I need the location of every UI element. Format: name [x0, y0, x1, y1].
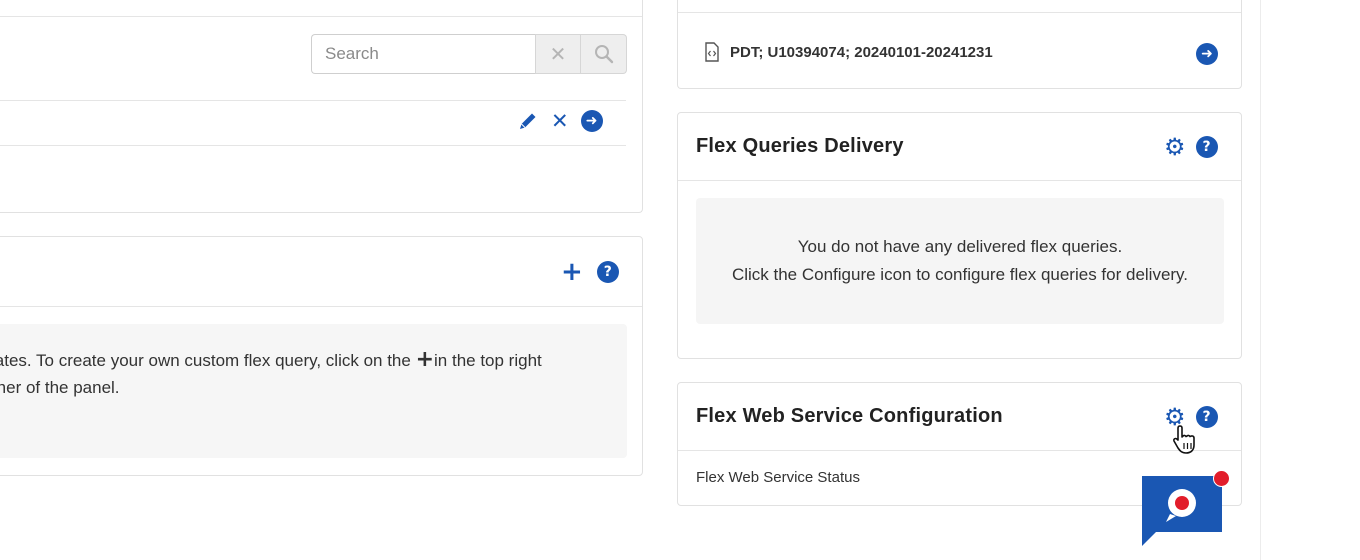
- search-submit-button[interactable]: [581, 34, 627, 74]
- panel-title: Flex Web Service Configuration: [696, 405, 1003, 427]
- query-row-actions: ✕ ➜: [517, 110, 603, 132]
- report-label: PDT; U10394074; 20240101-20241231: [730, 43, 993, 61]
- divider: [0, 16, 642, 17]
- divider: [678, 180, 1241, 181]
- close-icon: ✕: [549, 43, 567, 66]
- panel-header-actions: + ?: [561, 259, 619, 285]
- column-divider: [1260, 0, 1261, 560]
- custom-queries-panel: + ? lates. To create your own custom fle…: [0, 236, 643, 476]
- delete-icon[interactable]: ✕: [551, 110, 569, 132]
- help-icon[interactable]: ?: [596, 261, 619, 283]
- message-line-2: rner of the panel.: [0, 378, 120, 397]
- open-arrow-icon[interactable]: ➜: [1196, 43, 1218, 65]
- message-text: lates. To create your own custom flex qu…: [0, 351, 416, 370]
- gear-icon[interactable]: ⚙: [1164, 135, 1186, 159]
- hand-cursor-icon: [1173, 425, 1195, 454]
- edit-icon[interactable]: [517, 110, 539, 132]
- message-line-1: You do not have any delivered flex queri…: [797, 237, 1123, 256]
- divider: [0, 100, 626, 101]
- divider: [0, 145, 626, 146]
- plus-icon: +: [415, 347, 435, 372]
- search-input[interactable]: [311, 34, 535, 74]
- empty-message: lates. To create your own custom flex qu…: [0, 324, 627, 458]
- search-clear-button[interactable]: ✕: [535, 34, 581, 74]
- search-group: ✕: [311, 34, 627, 74]
- queries-list-panel: ✕ ✕ ➜: [0, 0, 643, 213]
- reports-panel: PDT; U10394074; 20240101-20241231 ➜: [677, 0, 1242, 89]
- chat-button[interactable]: [1142, 476, 1224, 548]
- help-icon[interactable]: ?: [1195, 136, 1218, 158]
- code-file-icon: [705, 42, 719, 62]
- search-icon: [594, 45, 613, 64]
- web-service-status-label: Flex Web Service Status: [696, 469, 860, 486]
- open-arrow-icon[interactable]: ➜: [580, 110, 603, 132]
- flex-queries-delivery-panel: Flex Queries Delivery ⚙ ? You do not hav…: [677, 112, 1242, 359]
- divider: [678, 450, 1241, 451]
- report-item[interactable]: PDT; U10394074; 20240101-20241231: [704, 42, 993, 62]
- notification-badge: [1213, 470, 1230, 487]
- message-text: in the top right: [434, 351, 542, 370]
- empty-message: You do not have any delivered flex queri…: [696, 198, 1224, 324]
- message-line-1: lates. To create your own custom flex qu…: [0, 346, 542, 375]
- panel-title: Flex Queries Delivery: [696, 135, 904, 157]
- plus-icon[interactable]: +: [561, 259, 583, 285]
- divider: [678, 12, 1241, 13]
- panel-header-actions: ⚙ ?: [1164, 135, 1218, 159]
- message-line-2: Click the Configure icon to configure fl…: [731, 265, 1189, 284]
- divider: [0, 306, 642, 307]
